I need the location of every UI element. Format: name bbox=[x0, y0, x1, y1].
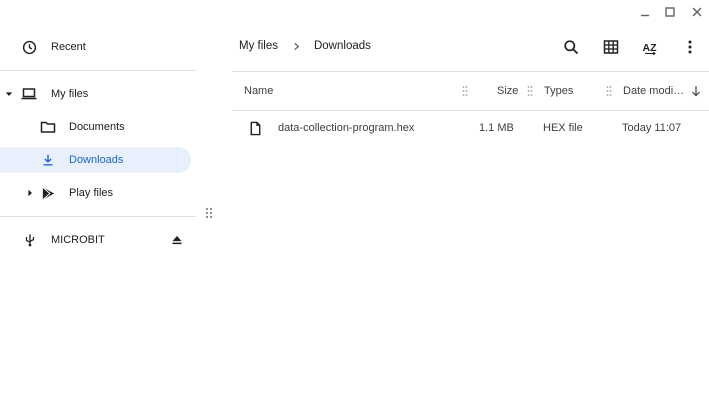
minimize-icon[interactable] bbox=[637, 4, 653, 20]
sort-arrow-down-icon[interactable] bbox=[691, 85, 701, 97]
column-header-row: Name Size Types Date modi… bbox=[232, 71, 709, 111]
column-header-types[interactable]: Types bbox=[544, 85, 573, 97]
divider bbox=[0, 70, 196, 71]
file-type: HEX file bbox=[543, 122, 583, 134]
breadcrumb-downloads[interactable]: Downloads bbox=[314, 40, 371, 52]
svg-text:AZ: AZ bbox=[643, 42, 658, 54]
close-icon[interactable] bbox=[689, 4, 705, 20]
column-resize-handle[interactable] bbox=[527, 85, 533, 97]
sort-az-icon[interactable]: AZ bbox=[640, 37, 660, 57]
main-panel: My files Downloads AZ Name Size Types Da… bbox=[232, 24, 709, 401]
grid-view-icon[interactable] bbox=[601, 37, 621, 57]
sidebar-item-label: Downloads bbox=[69, 154, 124, 166]
breadcrumb-my-files[interactable]: My files bbox=[239, 40, 278, 52]
sidebar: Recent My files Documents Downloads Play… bbox=[0, 24, 196, 401]
sidebar-item-label: Recent bbox=[51, 41, 86, 53]
play-icon bbox=[40, 185, 56, 201]
search-icon[interactable] bbox=[561, 37, 581, 57]
eject-icon[interactable] bbox=[169, 232, 185, 248]
sidebar-item-play-files[interactable]: Play files bbox=[0, 180, 196, 206]
expand-arrow-icon[interactable] bbox=[4, 86, 14, 102]
file-size: 1.1 MB bbox=[479, 122, 514, 134]
more-vertical-icon[interactable] bbox=[680, 37, 700, 57]
column-resize-handle[interactable] bbox=[462, 85, 468, 97]
sidebar-item-label: MICROBIT bbox=[51, 234, 105, 246]
file-date: Today 11:07 bbox=[622, 122, 682, 134]
chevron-right-icon bbox=[292, 41, 302, 51]
sidebar-item-my-files[interactable]: My files bbox=[0, 81, 196, 107]
sidebar-item-label: Documents bbox=[69, 121, 125, 133]
usb-icon bbox=[22, 232, 38, 248]
sidebar-item-downloads[interactable]: Downloads bbox=[0, 147, 191, 173]
title-bar bbox=[0, 0, 709, 24]
column-header-date-modified[interactable]: Date modi… bbox=[623, 85, 684, 97]
download-icon bbox=[40, 152, 56, 168]
sidebar-item-documents[interactable]: Documents bbox=[0, 114, 196, 140]
column-header-name[interactable]: Name bbox=[244, 85, 273, 97]
resize-handle[interactable] bbox=[204, 206, 214, 220]
sidebar-item-recent[interactable]: Recent bbox=[0, 34, 196, 60]
table-row[interactable]: data-collection-program.hex 1.1 MB HEX f… bbox=[232, 112, 709, 144]
column-resize-handle[interactable] bbox=[606, 85, 612, 97]
expand-arrow-icon[interactable] bbox=[25, 185, 35, 201]
file-name: data-collection-program.hex bbox=[278, 122, 415, 134]
divider bbox=[0, 216, 196, 217]
sidebar-item-microbit[interactable]: MICROBIT bbox=[0, 227, 196, 253]
breadcrumb: My files Downloads bbox=[239, 40, 371, 52]
folder-icon bbox=[40, 119, 56, 135]
clock-icon bbox=[21, 39, 37, 55]
sidebar-item-label: Play files bbox=[69, 187, 114, 199]
file-icon bbox=[247, 120, 263, 136]
maximize-icon[interactable] bbox=[662, 4, 678, 20]
column-header-size[interactable]: Size bbox=[497, 85, 518, 97]
sidebar-item-label: My files bbox=[51, 88, 89, 100]
laptop-icon bbox=[21, 86, 37, 102]
